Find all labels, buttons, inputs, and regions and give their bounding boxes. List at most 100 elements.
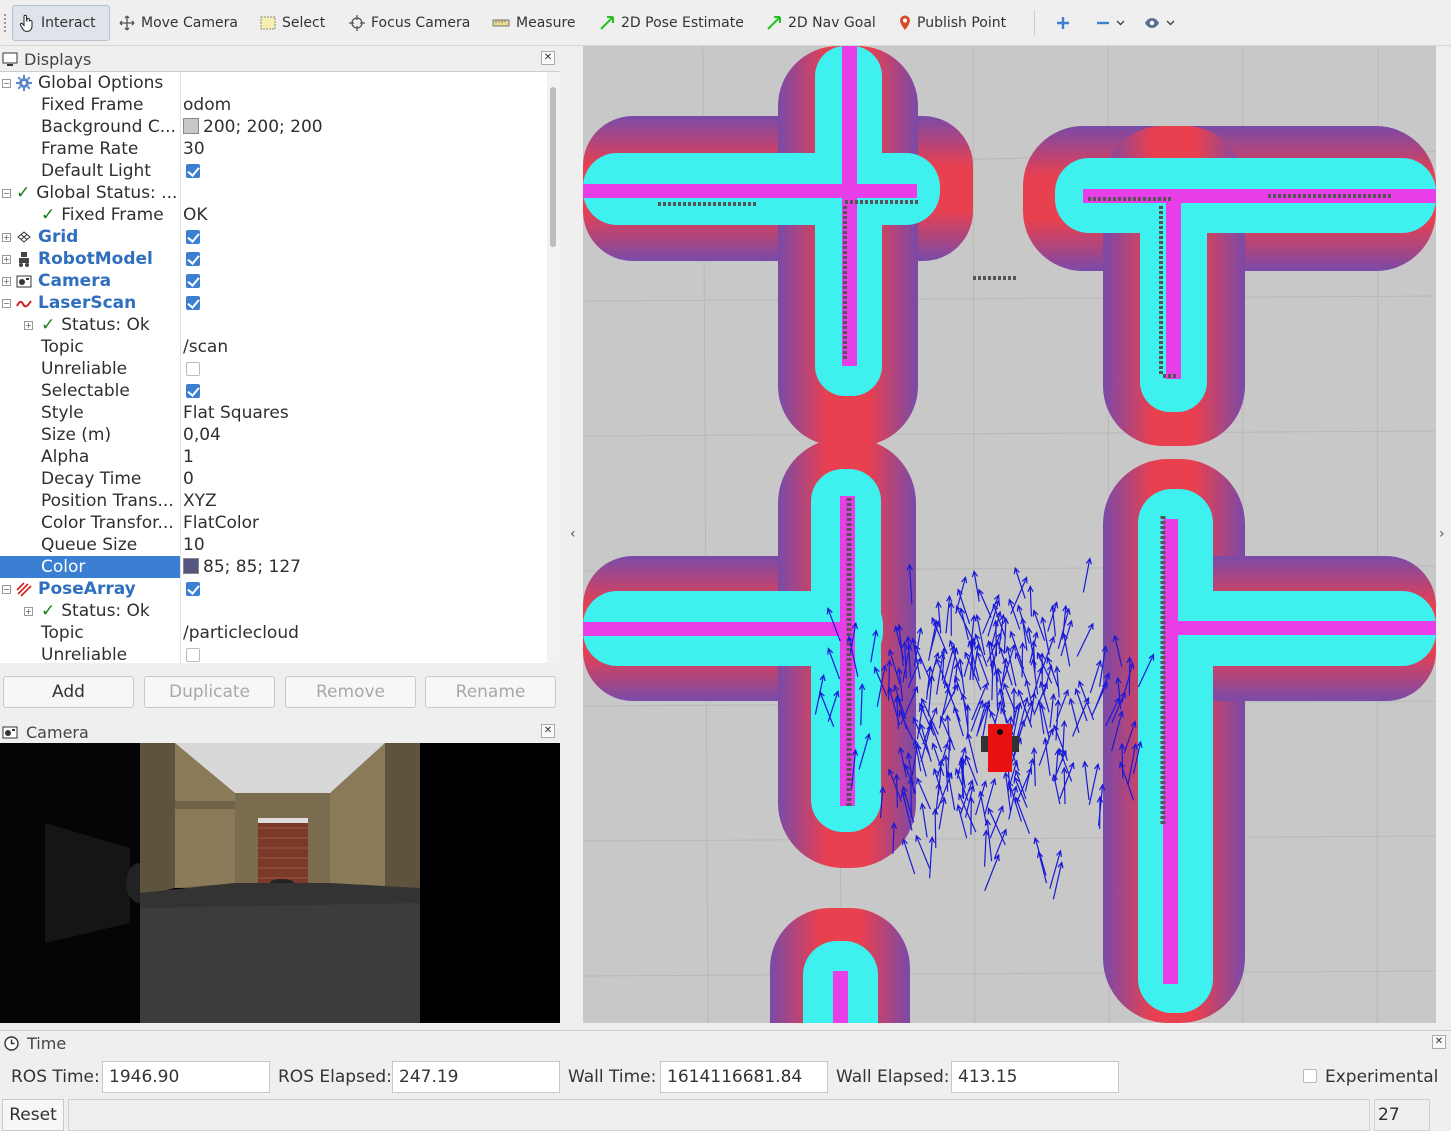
tree-row-posearray-status[interactable]: + ✓ Status: Ok bbox=[0, 600, 546, 622]
interact-tool-button[interactable]: Interact bbox=[12, 5, 110, 41]
time-close-button[interactable]: ✕ bbox=[1432, 1035, 1446, 1049]
tree-row-size[interactable]: Size (m) 0,04 bbox=[0, 424, 546, 446]
position-transformer-value[interactable]: XYZ bbox=[183, 490, 217, 512]
plus-icon bbox=[1057, 17, 1069, 29]
toolbar-grip[interactable] bbox=[4, 14, 7, 32]
tree-row-unreliable[interactable]: Unreliable bbox=[0, 358, 546, 380]
queue-size-value[interactable]: 10 bbox=[183, 534, 205, 556]
duplicate-display-button[interactable]: Duplicate bbox=[144, 676, 275, 708]
tree-row-color-transformer[interactable]: Color Transfor... FlatColor bbox=[0, 512, 546, 534]
selectable-checkbox[interactable] bbox=[186, 384, 200, 398]
tree-row-color[interactable]: Color 85; 85; 127 bbox=[0, 556, 546, 578]
expand-toggle[interactable]: + bbox=[2, 255, 11, 264]
tree-row-grid[interactable]: + Grid bbox=[0, 226, 546, 248]
particle-arrow bbox=[1014, 651, 1029, 683]
nav-goal-tool-button[interactable]: 2D Nav Goal bbox=[760, 5, 882, 41]
particle-arrow bbox=[935, 781, 942, 815]
measure-tool-button[interactable]: Measure bbox=[486, 5, 582, 41]
displays-tree: − Global Options Fixed Frame odom Backgr… bbox=[0, 71, 560, 663]
scrollbar-thumb[interactable] bbox=[550, 87, 556, 247]
remove-display-button[interactable]: Remove bbox=[285, 676, 416, 708]
robotmodel-enabled-checkbox[interactable] bbox=[186, 252, 200, 266]
remove-tool-dropdown[interactable] bbox=[1090, 5, 1131, 41]
collapse-toggle[interactable]: − bbox=[2, 189, 11, 198]
tree-row-default-light[interactable]: Default Light bbox=[0, 160, 546, 182]
displays-scrollbar[interactable] bbox=[547, 72, 560, 663]
style-value[interactable]: Flat Squares bbox=[183, 402, 289, 424]
color-value[interactable]: 85; 85; 127 bbox=[183, 556, 301, 578]
ros-time-field[interactable]: 1946.90 bbox=[102, 1061, 270, 1093]
expand-toggle[interactable]: + bbox=[24, 607, 33, 616]
reset-button[interactable]: Reset bbox=[2, 1099, 64, 1131]
select-tool-button[interactable]: Select bbox=[254, 5, 331, 41]
unreliable-checkbox[interactable] bbox=[186, 362, 200, 376]
expand-toggle[interactable]: + bbox=[2, 233, 11, 242]
add-display-button[interactable]: Add bbox=[3, 676, 134, 708]
alpha-value[interactable]: 1 bbox=[183, 446, 194, 468]
tree-row-queue-size[interactable]: Queue Size 10 bbox=[0, 534, 546, 556]
camera-close-button[interactable]: ✕ bbox=[541, 724, 555, 738]
tree-row-decay-time[interactable]: Decay Time 0 bbox=[0, 468, 546, 490]
publish-point-tool-button[interactable]: Publish Point bbox=[893, 5, 1012, 41]
global-status-label: Global Status: ... bbox=[36, 183, 178, 203]
particle-arrow bbox=[1036, 850, 1048, 884]
pose-array-icon bbox=[16, 582, 32, 597]
size-value[interactable]: 0,04 bbox=[183, 424, 221, 446]
tree-row-background-color[interactable]: Background C... 200; 200; 200 bbox=[0, 116, 546, 138]
tree-row-posearray[interactable]: − PoseArray bbox=[0, 578, 546, 600]
pose-estimate-tool-button[interactable]: 2D Pose Estimate bbox=[593, 5, 750, 41]
camera-image-view[interactable] bbox=[0, 743, 560, 1023]
tree-row-position-transformer[interactable]: Position Trans... XYZ bbox=[0, 490, 546, 512]
tree-row-style[interactable]: Style Flat Squares bbox=[0, 402, 546, 424]
collapse-toggle[interactable]: − bbox=[2, 299, 11, 308]
tree-row-posearray-unreliable[interactable]: Unreliable bbox=[0, 644, 546, 663]
background-color-value[interactable]: 200; 200; 200 bbox=[183, 116, 323, 138]
rename-display-button[interactable]: Rename bbox=[425, 676, 556, 708]
laserscan-enabled-checkbox[interactable] bbox=[186, 296, 200, 310]
posearray-unreliable-checkbox[interactable] bbox=[186, 648, 200, 662]
camera-enabled-checkbox[interactable] bbox=[186, 274, 200, 288]
tree-row-posearray-topic[interactable]: Topic /particlecloud bbox=[0, 622, 546, 644]
tree-key: Size (m) bbox=[41, 425, 112, 445]
tree-row-fixed-frame[interactable]: Fixed Frame odom bbox=[0, 94, 546, 116]
tree-row-robotmodel[interactable]: + RobotModel bbox=[0, 248, 546, 270]
tree-row-camera[interactable]: + Camera bbox=[0, 270, 546, 292]
tree-key: PoseArray bbox=[38, 579, 136, 599]
collapse-right-arrow[interactable]: › bbox=[1439, 526, 1445, 542]
focus-camera-tool-button[interactable]: Focus Camera bbox=[343, 5, 476, 41]
toolbar-separator bbox=[1034, 10, 1035, 36]
tree-row-topic[interactable]: Topic /scan bbox=[0, 336, 546, 358]
fixed-frame-value[interactable]: odom bbox=[183, 94, 231, 116]
expand-toggle[interactable]: + bbox=[24, 321, 33, 330]
displays-close-button[interactable]: ✕ bbox=[541, 51, 555, 65]
tree-row-fixed-frame-status[interactable]: ✓ Fixed Frame OK bbox=[0, 204, 546, 226]
default-light-checkbox[interactable] bbox=[186, 164, 200, 178]
collapse-left-arrow[interactable]: ‹ bbox=[570, 526, 576, 542]
tree-row-alpha[interactable]: Alpha 1 bbox=[0, 446, 546, 468]
wall-time-field[interactable]: 1614116681.84 bbox=[660, 1061, 828, 1093]
posearray-enabled-checkbox[interactable] bbox=[186, 582, 200, 596]
expand-toggle[interactable]: + bbox=[2, 277, 11, 286]
experimental-checkbox[interactable] bbox=[1303, 1069, 1317, 1083]
ros-elapsed-field[interactable]: 247.19 bbox=[392, 1061, 560, 1093]
add-tool-button[interactable] bbox=[1050, 5, 1076, 41]
tree-key: Alpha bbox=[41, 447, 90, 467]
tree-row-frame-rate[interactable]: Frame Rate 30 bbox=[0, 138, 546, 160]
wall-elapsed-field[interactable]: 413.15 bbox=[951, 1061, 1119, 1093]
render-3d-view[interactable] bbox=[583, 46, 1436, 1023]
tree-row-global-status[interactable]: − ✓ Global Status: ... bbox=[0, 182, 546, 204]
views-dropdown[interactable] bbox=[1138, 5, 1181, 41]
posearray-topic-value[interactable]: /particlecloud bbox=[183, 622, 299, 644]
color-transformer-value[interactable]: FlatColor bbox=[183, 512, 259, 534]
collapse-toggle[interactable]: − bbox=[2, 79, 11, 88]
tree-row-global-options[interactable]: − Global Options bbox=[0, 72, 546, 94]
frame-rate-value[interactable]: 30 bbox=[183, 138, 205, 160]
tree-row-selectable[interactable]: Selectable bbox=[0, 380, 546, 402]
collapse-toggle[interactable]: − bbox=[2, 585, 11, 594]
decay-time-value[interactable]: 0 bbox=[183, 468, 194, 490]
move-camera-tool-button[interactable]: Move Camera bbox=[113, 5, 244, 41]
tree-row-laserscan-status[interactable]: + ✓ Status: Ok bbox=[0, 314, 546, 336]
grid-enabled-checkbox[interactable] bbox=[186, 230, 200, 244]
tree-row-laserscan[interactable]: − LaserScan bbox=[0, 292, 546, 314]
laserscan-topic-value[interactable]: /scan bbox=[183, 336, 228, 358]
